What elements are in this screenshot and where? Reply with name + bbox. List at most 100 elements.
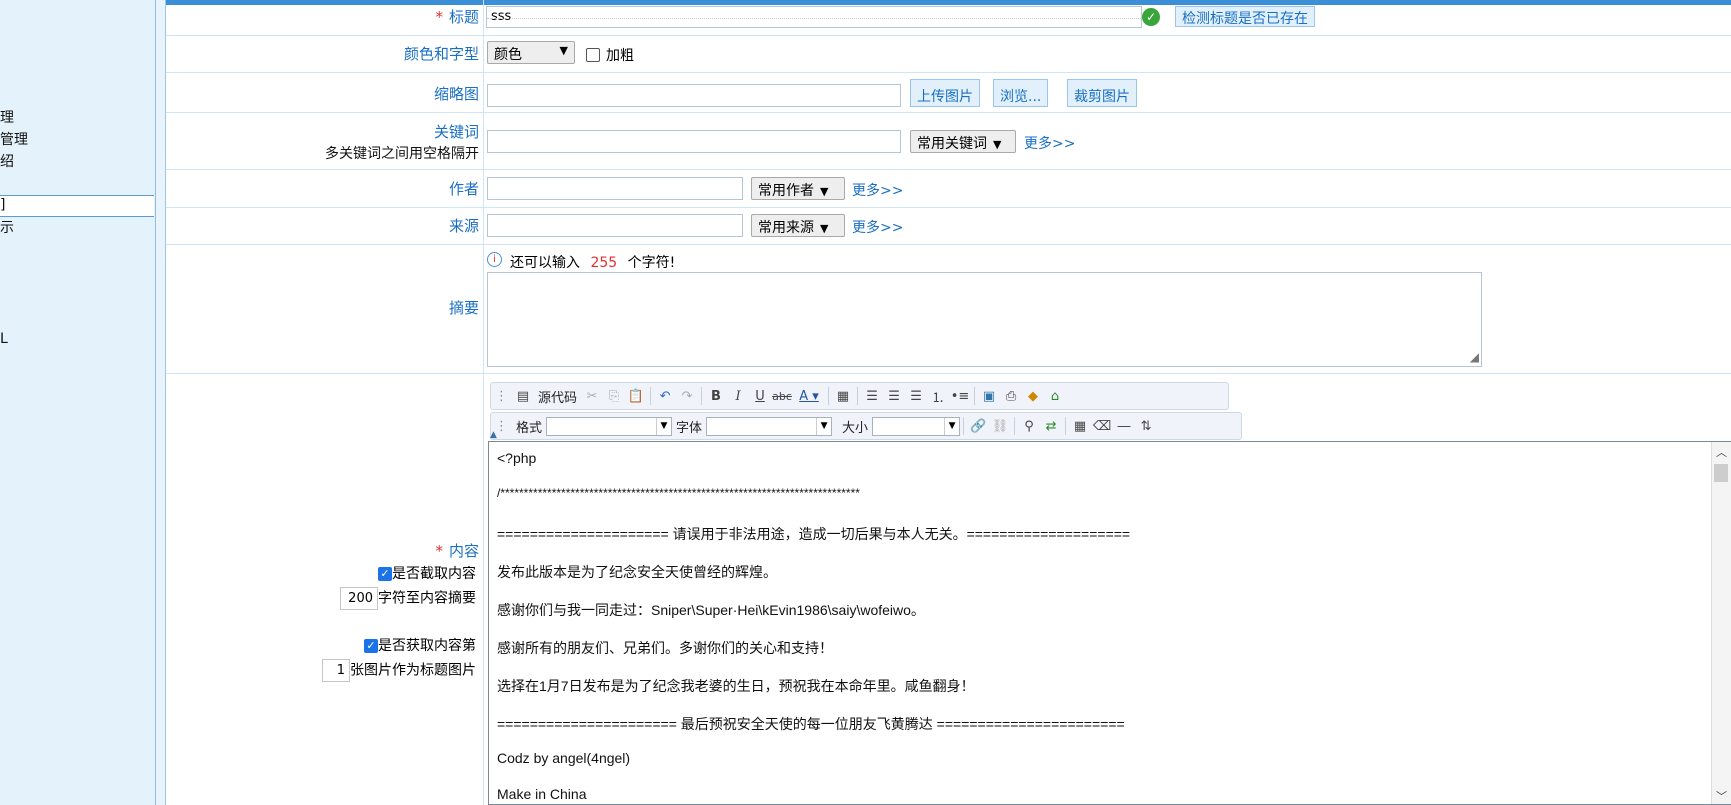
title-input[interactable]: sss bbox=[486, 6, 1142, 28]
editor-toolbar-2: ⋮ 格式 ▼ 字体 ▼ 大小 ▼ 🔗 ⛓ ⚲ ⇄ ▦ ⌫ ― ⇅ bbox=[490, 412, 1242, 440]
page-break-icon[interactable]: ⇅ bbox=[1135, 415, 1157, 437]
text-color-icon[interactable]: A ▾ bbox=[793, 385, 825, 407]
thumbnail-row: 缩略图 上传图片 浏览... 裁剪图片 bbox=[166, 72, 1731, 113]
editor-line: 感谢所有的朋友们、兄弟们。多谢你们的关心和支持！ bbox=[497, 640, 833, 656]
upload-image-button[interactable]: 上传图片 bbox=[910, 79, 980, 107]
select-all-icon[interactable]: ▦ bbox=[1069, 415, 1091, 437]
link-icon[interactable]: 🔗 bbox=[967, 415, 989, 437]
title-ruler bbox=[487, 18, 1141, 25]
keywords-row: 关键词 多关键词之间用空格隔开 常用关键词 ▼ 更多>> bbox=[166, 112, 1731, 170]
align-left-icon[interactable]: ☰ bbox=[861, 385, 883, 407]
info-icon: i bbox=[487, 252, 502, 267]
summary-row: 摘要 i 还可以输入 255 个字符! ◢ bbox=[166, 244, 1731, 374]
flash-icon[interactable]: ◆ bbox=[1022, 385, 1044, 407]
strikethrough-icon[interactable]: abc bbox=[771, 385, 793, 407]
find-icon[interactable]: ⚲ bbox=[1018, 415, 1040, 437]
chevron-down-icon: ▼ bbox=[944, 417, 959, 435]
keywords-input[interactable] bbox=[487, 130, 901, 153]
replace-icon[interactable]: ⇄ bbox=[1040, 415, 1062, 437]
format-combo[interactable]: ▼ bbox=[546, 416, 673, 436]
author-input[interactable] bbox=[487, 177, 743, 200]
left-nav-item[interactable]: 管理 bbox=[0, 129, 28, 149]
special-insert-icon[interactable]: ⌂ bbox=[1044, 385, 1066, 407]
remove-format-icon[interactable]: ⌫ bbox=[1091, 415, 1113, 437]
summary-hint: 还可以输入 255 个字符! bbox=[510, 252, 675, 272]
image-icon[interactable]: ▣ bbox=[978, 385, 1000, 407]
source-code-button[interactable]: 源代码 bbox=[534, 387, 581, 406]
font-combo[interactable]: ▼ bbox=[706, 416, 833, 436]
browse-button[interactable]: 浏览... bbox=[993, 79, 1049, 107]
editor-line: Make in China bbox=[497, 786, 587, 802]
scrollbar-thumb[interactable] bbox=[1714, 464, 1728, 482]
author-row: 作者 常用作者 ▼ 更多>> bbox=[166, 169, 1731, 208]
extract-chars-input[interactable]: 200 bbox=[340, 587, 378, 610]
chevron-down-icon: ▼ bbox=[559, 44, 568, 57]
keywords-hint: 多关键词之间用空格隔开 bbox=[325, 146, 479, 162]
unlink-icon[interactable]: ⛓ bbox=[989, 415, 1011, 437]
summary-textarea[interactable]: ◢ bbox=[487, 272, 1482, 367]
left-nav-item[interactable]: 示 bbox=[0, 217, 14, 237]
copy-icon[interactable]: ⎘ bbox=[603, 385, 625, 407]
font-label: 字体 bbox=[676, 420, 703, 436]
extract-summary-option: ✓ 是否截取内容 bbox=[166, 563, 476, 583]
required-mark: * bbox=[435, 8, 443, 26]
source-more-link[interactable]: 更多>> bbox=[852, 217, 903, 237]
bulleted-list-icon[interactable]: •≡ bbox=[949, 385, 971, 407]
underline-icon[interactable]: U bbox=[749, 385, 771, 407]
chevron-down-icon: ▼ bbox=[993, 138, 1002, 151]
common-author-select[interactable]: 常用作者 ▼ bbox=[751, 177, 845, 200]
check-title-button[interactable]: 检测标题是否已存在 bbox=[1175, 6, 1315, 27]
left-nav-panel: 理 管理 绍 ] 示 L bbox=[0, 0, 156, 805]
paste-icon[interactable]: 📋 bbox=[625, 385, 647, 407]
common-keywords-select[interactable]: 常用关键词 ▼ bbox=[910, 130, 1016, 153]
toolbar-grip[interactable]: ⋮ bbox=[491, 389, 512, 404]
keywords-label: 关键词 bbox=[433, 123, 479, 141]
left-nav-item[interactable]: L bbox=[0, 331, 8, 347]
align-center-icon[interactable]: ☰ bbox=[883, 385, 905, 407]
table-icon[interactable]: ▦ bbox=[832, 385, 854, 407]
bold-icon[interactable]: B bbox=[705, 385, 727, 407]
color-select[interactable]: 颜色 ▼ bbox=[487, 41, 575, 64]
author-more-link[interactable]: 更多>> bbox=[852, 180, 903, 200]
scroll-down-icon[interactable]: ﹀ bbox=[1716, 788, 1727, 804]
left-nav-item-selected[interactable]: ] bbox=[0, 195, 154, 217]
size-combo[interactable]: ▼ bbox=[872, 416, 961, 436]
italic-icon[interactable]: I bbox=[727, 385, 749, 407]
thumbnail-input[interactable] bbox=[487, 84, 901, 107]
keywords-more-link[interactable]: 更多>> bbox=[1024, 133, 1075, 153]
scroll-up-icon[interactable]: ︿ bbox=[1716, 444, 1727, 460]
attachment-icon[interactable]: ⎙ bbox=[1000, 385, 1022, 407]
color-font-row: 颜色和字型 颜色 ▼ 加粗 bbox=[166, 35, 1731, 73]
resize-grip-icon[interactable]: ◢ bbox=[1465, 350, 1479, 364]
numbered-list-icon[interactable]: ⒈ bbox=[927, 385, 949, 407]
source-input[interactable] bbox=[487, 214, 743, 237]
source-label: 来源 bbox=[448, 217, 479, 235]
collapse-toolbar-icon[interactable]: ▲ bbox=[490, 430, 497, 440]
fetch-image-index-input[interactable]: 1 bbox=[322, 659, 350, 682]
bold-checkbox[interactable] bbox=[586, 48, 600, 62]
chevron-down-icon: ▼ bbox=[816, 417, 831, 435]
toolbar-separator bbox=[857, 387, 859, 405]
editor-scrollbar[interactable]: ︿ ﹀ bbox=[1711, 442, 1731, 804]
toolbar-separator bbox=[974, 387, 976, 405]
align-right-icon[interactable]: ☰ bbox=[905, 385, 927, 407]
crop-image-button[interactable]: 裁剪图片 bbox=[1067, 79, 1137, 107]
left-nav-item[interactable]: 绍 bbox=[0, 151, 14, 171]
extract-summary-checkbox[interactable]: ✓ bbox=[378, 567, 392, 581]
fetch-image-checkbox[interactable]: ✓ bbox=[364, 639, 378, 653]
content-label-text: 内容 bbox=[448, 542, 479, 560]
common-source-select[interactable]: 常用来源 ▼ bbox=[751, 214, 845, 237]
content-editor[interactable]: <?php /*********************************… bbox=[488, 441, 1731, 805]
editor-line: <?php bbox=[497, 450, 537, 466]
redo-icon[interactable]: ↷ bbox=[676, 385, 698, 407]
editor-line: ===================== 请误用于非法用途，造成一切后果与本人… bbox=[497, 526, 1131, 542]
source-code-icon: ▤ bbox=[516, 388, 530, 404]
common-keywords-value: 常用关键词 bbox=[917, 136, 987, 152]
splitter[interactable] bbox=[156, 0, 166, 805]
editor-line: Codz by angel(4ngel) bbox=[497, 750, 631, 766]
extract-chars-option: 200 字符至内容摘要 bbox=[166, 587, 476, 610]
horizontal-rule-icon[interactable]: ― bbox=[1113, 415, 1135, 437]
cut-icon[interactable]: ✂ bbox=[581, 385, 603, 407]
left-nav-item[interactable]: 理 bbox=[0, 107, 14, 127]
undo-icon[interactable]: ↶ bbox=[654, 385, 676, 407]
